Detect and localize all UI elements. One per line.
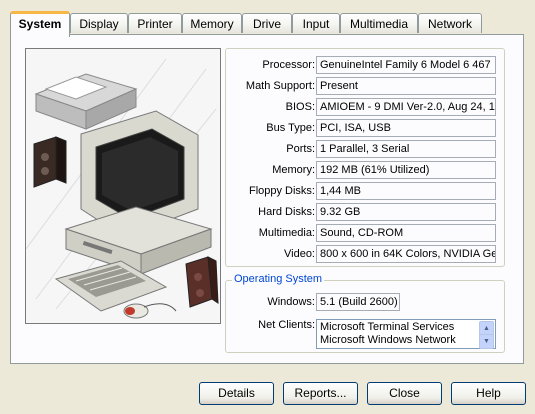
close-button[interactable]: Close bbox=[367, 382, 442, 405]
multimedia-label: Multimedia: bbox=[258, 227, 315, 239]
tab-memory[interactable]: Memory bbox=[182, 13, 242, 33]
system-info-row: Math Support: Present bbox=[226, 77, 502, 97]
bios-value: AMIOEM - 9 DMI Ver-2.0, Aug 24, 1 bbox=[316, 98, 496, 116]
system-info-row: Video: 800 x 600 in 64K Colors, NVIDIA Ge bbox=[226, 245, 502, 265]
computer-illustration bbox=[25, 48, 221, 324]
video-label: Video: bbox=[284, 248, 315, 260]
system-info-group: Processor: GenuineIntel Family 6 Model 6 … bbox=[225, 48, 505, 267]
ports-value: 1 Parallel, 3 Serial bbox=[316, 140, 496, 158]
processor-value: GenuineIntel Family 6 Model 6 467 bbox=[316, 56, 496, 74]
net-clients-scrollbar[interactable]: ▲ ▼ bbox=[479, 321, 494, 349]
system-info-row: BIOS: AMIOEM - 9 DMI Ver-2.0, Aug 24, 1 bbox=[226, 98, 502, 118]
bios-label: BIOS: bbox=[285, 101, 315, 113]
system-info-row: Hard Disks: 9.32 GB bbox=[226, 203, 502, 223]
system-info-row: Ports: 1 Parallel, 3 Serial bbox=[226, 140, 502, 160]
system-info-row: Processor: GenuineIntel Family 6 Model 6 … bbox=[226, 56, 502, 76]
tab-network[interactable]: Network bbox=[418, 13, 482, 33]
list-item[interactable]: Microsoft Terminal Services bbox=[320, 321, 492, 334]
tab-drive[interactable]: Drive bbox=[242, 13, 292, 33]
tab-printer[interactable]: Printer bbox=[128, 13, 182, 33]
bus-type-value: PCI, ISA, USB bbox=[316, 119, 496, 137]
tab-system[interactable]: System bbox=[10, 11, 70, 37]
system-info-row: Floppy Disks: 1,44 MB bbox=[226, 182, 502, 202]
hard-disks-label: Hard Disks: bbox=[258, 206, 315, 218]
reports-button[interactable]: Reports... bbox=[283, 382, 358, 405]
ports-label: Ports: bbox=[286, 143, 315, 155]
hard-disks-value: 9.32 GB bbox=[316, 203, 496, 221]
video-value: 800 x 600 in 64K Colors, NVIDIA Ge bbox=[316, 245, 496, 263]
multimedia-value: Sound, CD-ROM bbox=[316, 224, 496, 242]
windows-row: Windows: 5.1 (Build 2600) bbox=[226, 293, 502, 313]
bus-type-label: Bus Type: bbox=[266, 122, 315, 134]
floppy-disks-value: 1,44 MB bbox=[316, 182, 496, 200]
memory-value: 192 MB (61% Utilized) bbox=[316, 161, 496, 179]
tab-multimedia[interactable]: Multimedia bbox=[340, 13, 418, 33]
help-button[interactable]: Help bbox=[451, 382, 526, 405]
tab-display[interactable]: Display bbox=[70, 13, 128, 33]
list-item[interactable]: Microsoft Windows Network bbox=[320, 334, 492, 347]
net-clients-label: Net Clients: bbox=[258, 319, 315, 331]
memory-label: Memory: bbox=[272, 164, 315, 176]
net-clients-list[interactable]: Microsoft Terminal Services Microsoft Wi… bbox=[316, 319, 496, 349]
system-info-row: Memory: 192 MB (61% Utilized) bbox=[226, 161, 502, 181]
math-support-label: Math Support: bbox=[245, 80, 315, 92]
computer-illustration-svg bbox=[26, 49, 220, 323]
system-info-row: Multimedia: Sound, CD-ROM bbox=[226, 224, 502, 244]
windows-label: Windows: bbox=[267, 296, 315, 308]
tab-input[interactable]: Input bbox=[292, 13, 340, 33]
system-info-row: Bus Type: PCI, ISA, USB bbox=[226, 119, 502, 139]
details-button[interactable]: Details bbox=[199, 382, 274, 405]
processor-label: Processor: bbox=[262, 59, 315, 71]
system-tab-page: Processor: GenuineIntel Family 6 Model 6 … bbox=[10, 34, 524, 364]
windows-value: 5.1 (Build 2600) bbox=[316, 293, 400, 311]
operating-system-group: Operating System Windows: 5.1 (Build 260… bbox=[225, 273, 505, 353]
scroll-down-button[interactable]: ▼ bbox=[479, 334, 494, 349]
math-support-value: Present bbox=[316, 77, 496, 95]
floppy-disks-label: Floppy Disks: bbox=[248, 185, 315, 197]
operating-system-legend: Operating System bbox=[232, 273, 325, 285]
